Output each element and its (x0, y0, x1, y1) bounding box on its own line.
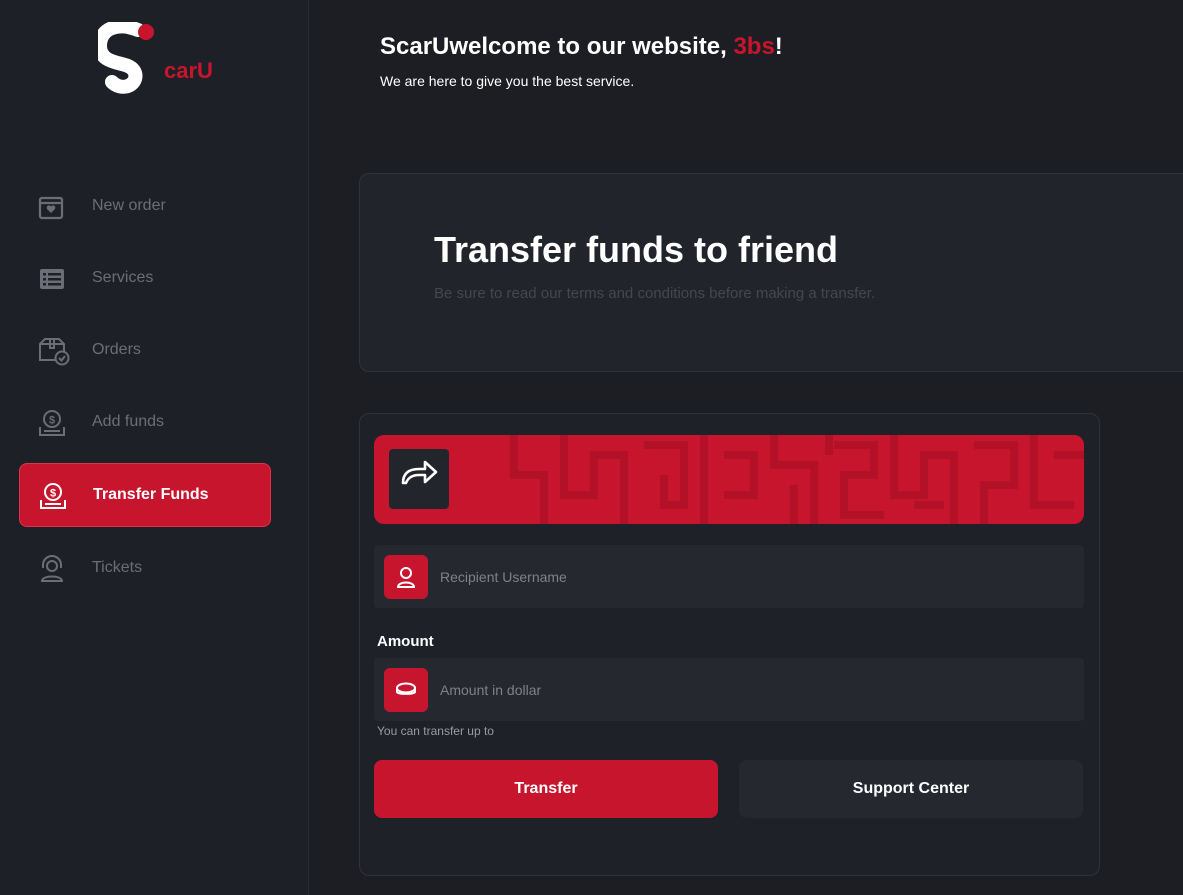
user-icon-box (384, 555, 428, 599)
page-banner: Transfer funds to friend Be sure to read… (359, 173, 1183, 372)
sidebar-item-label: Add funds (92, 413, 165, 430)
support-agent-icon (40, 555, 64, 582)
logo-text: carU (164, 58, 213, 83)
sidebar-item-label: Tickets (92, 559, 143, 576)
share-icon-box (389, 449, 449, 509)
sidebar-item-label: Transfer Funds (93, 486, 209, 503)
maze-pattern-icon (510, 435, 1084, 524)
coin-icon-box (384, 668, 428, 712)
sidebar-item-orders[interactable]: Orders (19, 319, 271, 381)
transfer-limit-hint: You can transfer up to (377, 724, 494, 738)
amount-field (374, 658, 1084, 721)
sidebar-item-transfer-funds[interactable]: $ Transfer Funds (19, 463, 271, 527)
card-header-banner (374, 435, 1084, 524)
box-check-icon (39, 338, 70, 366)
recipient-username-input[interactable] (438, 559, 1062, 595)
dollar-transfer-icon: $ (40, 483, 66, 509)
heart-box-icon (38, 196, 64, 220)
logo-mark-icon (92, 19, 154, 94)
sidebar-item-add-funds[interactable]: $ Add funds (19, 391, 271, 453)
sidebar-item-services[interactable]: Services (19, 247, 271, 309)
coin-icon (396, 682, 416, 695)
sidebar-item-new-order[interactable]: New order (19, 175, 271, 237)
list-icon (40, 269, 64, 289)
svg-text:$: $ (49, 415, 55, 427)
support-center-button[interactable]: Support Center (739, 760, 1083, 818)
amount-input[interactable] (438, 672, 1062, 708)
svg-text:$: $ (50, 488, 56, 500)
transfer-button[interactable]: Transfer (374, 760, 718, 818)
sidebar-nav: New order Services Orders $ Add funds $ … (19, 175, 271, 609)
sidebar: carU New order Services Orders $ Add fun… (0, 0, 309, 895)
sidebar-item-label: Orders (92, 341, 141, 358)
sidebar-item-tickets[interactable]: Tickets (19, 537, 271, 599)
sidebar-item-label: New order (92, 197, 166, 214)
page-subtitle: Be sure to read our terms and conditions… (434, 285, 876, 302)
sidebar-item-label: Services (92, 269, 154, 286)
welcome-suffix: ! (774, 33, 783, 60)
page-title: Transfer funds to friend (434, 229, 839, 270)
share-arrow-icon (401, 460, 438, 485)
recipient-field (374, 545, 1084, 608)
amount-label: Amount (377, 633, 434, 650)
username: 3bs (733, 33, 775, 60)
user-icon (396, 567, 416, 588)
transfer-form-card: Amount You can transfer up to Transfer S… (359, 413, 1100, 876)
logo[interactable]: carU (92, 19, 218, 102)
welcome-title: ScarUwelcome to our website, 3bs! (380, 33, 783, 61)
welcome-prefix: ScarUwelcome to our website, (380, 33, 734, 60)
welcome-subtitle: We are here to give you the best service… (380, 73, 635, 89)
dollar-coin-icon: $ (39, 410, 65, 436)
